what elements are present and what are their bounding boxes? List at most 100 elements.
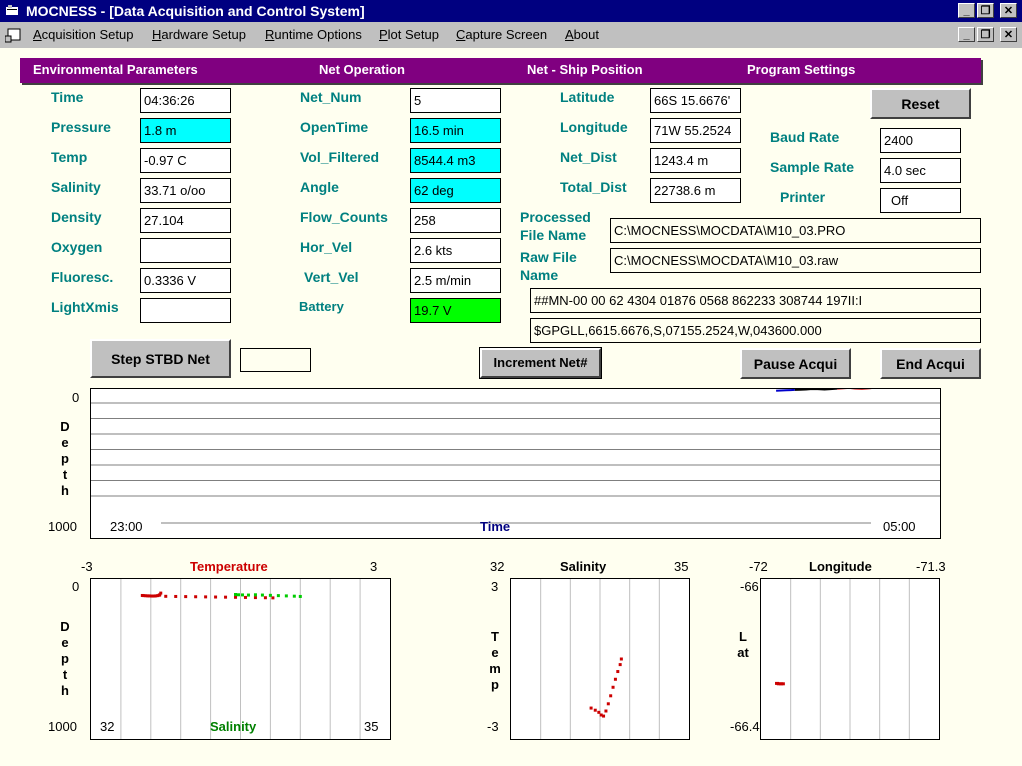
vert-vel-label: Vert_Vel xyxy=(304,269,359,285)
temperature-point xyxy=(253,596,257,600)
longitude-field: 71W 55.2524 xyxy=(650,118,741,143)
fluoresc-field: 0.3336 V xyxy=(140,268,231,293)
temperature-point xyxy=(184,595,188,599)
salinity-point xyxy=(260,593,264,597)
temperature-point xyxy=(164,594,168,598)
salinity-temp-point xyxy=(613,677,617,681)
salinity-temp-point xyxy=(616,670,620,674)
st-y-bottom: -3 xyxy=(487,719,499,734)
salinity-temp-plot xyxy=(510,578,690,740)
app-icon xyxy=(6,5,18,15)
ll-ylabel-text: Lat xyxy=(737,629,749,660)
depth-time-ylabel-text: Depth xyxy=(60,419,70,498)
step-stbd-net-button[interactable]: Step STBD Net xyxy=(90,339,231,378)
tsd-y-bottom: 1000 xyxy=(48,719,77,734)
ll-y-top: -66 xyxy=(740,579,759,594)
angle-label: Angle xyxy=(300,179,339,195)
close-button[interactable]: ✕ xyxy=(1000,3,1017,18)
increment-net-button[interactable]: Increment Net# xyxy=(479,347,602,379)
oxygen-field xyxy=(140,238,231,263)
baud-rate-field[interactable]: 2400 xyxy=(880,128,961,153)
pause-acqui-button[interactable]: Pause Acqui xyxy=(740,348,851,379)
lat-lon-point xyxy=(780,682,785,686)
temperature-point xyxy=(263,596,267,600)
end-acqui-button[interactable]: End Acqui xyxy=(880,348,981,379)
opentime-label: OpenTime xyxy=(300,119,369,135)
sample-rate-label: Sample Rate xyxy=(770,159,855,175)
section-environmental: Environmental Parameters xyxy=(33,62,198,77)
temperature-point xyxy=(174,594,178,598)
menu-hardware-setup[interactable]: Hardware Setup xyxy=(152,27,246,42)
mn-data-string: ##MN-00 00 62 4304 01876 0568 862233 308… xyxy=(530,288,981,313)
step-stbd-net-field[interactable] xyxy=(240,348,311,372)
ll-ylabel: Lat xyxy=(737,629,749,661)
vol-filtered-label: Vol_Filtered xyxy=(300,149,380,165)
salinity-temp-point xyxy=(611,685,615,689)
depth-time-xlabel: Time xyxy=(480,519,511,534)
net-num-field: 5 xyxy=(410,88,501,113)
menu-bar: Acquisition Setup Hardware Setup Runtime… xyxy=(0,22,1022,48)
depth-time-series-line xyxy=(776,389,795,392)
st-x-max: 35 xyxy=(674,559,689,574)
child-minimize-button[interactable]: _ xyxy=(958,27,975,42)
depth-time-plot: 23:00 05:00 Time xyxy=(90,388,941,539)
depth-time-y-bottom: 1000 xyxy=(48,519,77,534)
temp-x-min: -3 xyxy=(81,559,93,574)
restore-button[interactable]: ❐ xyxy=(977,3,994,18)
child-close-button[interactable]: ✕ xyxy=(1000,27,1017,42)
printer-field[interactable]: Off xyxy=(880,188,961,213)
temp-field: -0.97 C xyxy=(140,148,231,173)
density-label: Density xyxy=(51,209,102,225)
temperature-point xyxy=(159,591,163,595)
baud-rate-label: Baud Rate xyxy=(770,129,840,145)
vert-vel-field: 2.5 m/min xyxy=(410,268,501,293)
depth-time-x-end: 05:00 xyxy=(883,519,916,534)
section-net-operation: Net Operation xyxy=(319,62,405,77)
salinity-point xyxy=(237,593,241,597)
temperature-point xyxy=(194,595,198,599)
document-icon[interactable] xyxy=(5,27,23,43)
minimize-button[interactable]: _ xyxy=(958,3,975,18)
battery-field: 19.7 V xyxy=(410,298,501,323)
salinity-point xyxy=(234,593,238,596)
sample-rate-field[interactable]: 4.0 sec xyxy=(880,158,961,183)
title-bar: MOCNESS - [Data Acquisition and Control … xyxy=(0,0,1022,22)
ll-title: Longitude xyxy=(809,559,872,574)
menu-runtime-options[interactable]: Runtime Options xyxy=(265,27,362,42)
vol-filtered-field: 8544.4 m3 xyxy=(410,148,501,173)
flow-counts-field: 258 xyxy=(410,208,501,233)
temperature-point xyxy=(234,595,238,599)
reset-button[interactable]: Reset xyxy=(870,88,971,119)
section-header-bar: Environmental Parameters Net Operation N… xyxy=(20,58,981,83)
child-restore-button[interactable]: ❐ xyxy=(977,27,994,42)
temp-salinity-depth-plot: 32 35 Salinity xyxy=(90,578,391,740)
menu-plot-setup[interactable]: Plot Setup xyxy=(379,27,439,42)
section-net-ship-position: Net - Ship Position xyxy=(527,62,643,77)
st-x-min: 32 xyxy=(490,559,505,574)
net-dist-label: Net_Dist xyxy=(560,149,617,165)
temperature-point xyxy=(204,595,208,599)
salinity-temp-point xyxy=(602,714,606,718)
printer-label: Printer xyxy=(780,189,826,205)
net-num-label: Net_Num xyxy=(300,89,362,105)
temperature-title: Temperature xyxy=(190,559,268,574)
salinity-label: Salinity xyxy=(51,179,101,195)
salinity-point xyxy=(292,594,296,598)
latitude-label: Latitude xyxy=(560,89,615,105)
st-ylabel: Temp xyxy=(489,629,501,693)
menu-about[interactable]: About xyxy=(565,27,599,42)
latitude-field: 66S 15.6676' xyxy=(650,88,741,113)
depth-time-svg xyxy=(91,389,940,524)
flow-counts-label: Flow_Counts xyxy=(300,209,388,225)
time-field: 04:36:26 xyxy=(140,88,231,113)
battery-label: Battery xyxy=(299,299,344,314)
window-title: MOCNESS - [Data Acquisition and Control … xyxy=(26,3,365,19)
pressure-field: 1.8 m xyxy=(140,118,231,143)
raw-file-field: C:\MOCNESS\MOCDATA\M10_03.raw xyxy=(610,248,981,273)
menu-acquisition-setup[interactable]: Acquisition Setup xyxy=(33,27,133,42)
menu-capture-screen[interactable]: Capture Screen xyxy=(456,27,547,42)
salinity-point xyxy=(276,594,280,598)
lightxmis-label: LightXmis xyxy=(51,299,119,315)
depth-time-x-start: 23:00 xyxy=(110,519,143,534)
salinity-temp-point xyxy=(589,706,593,710)
